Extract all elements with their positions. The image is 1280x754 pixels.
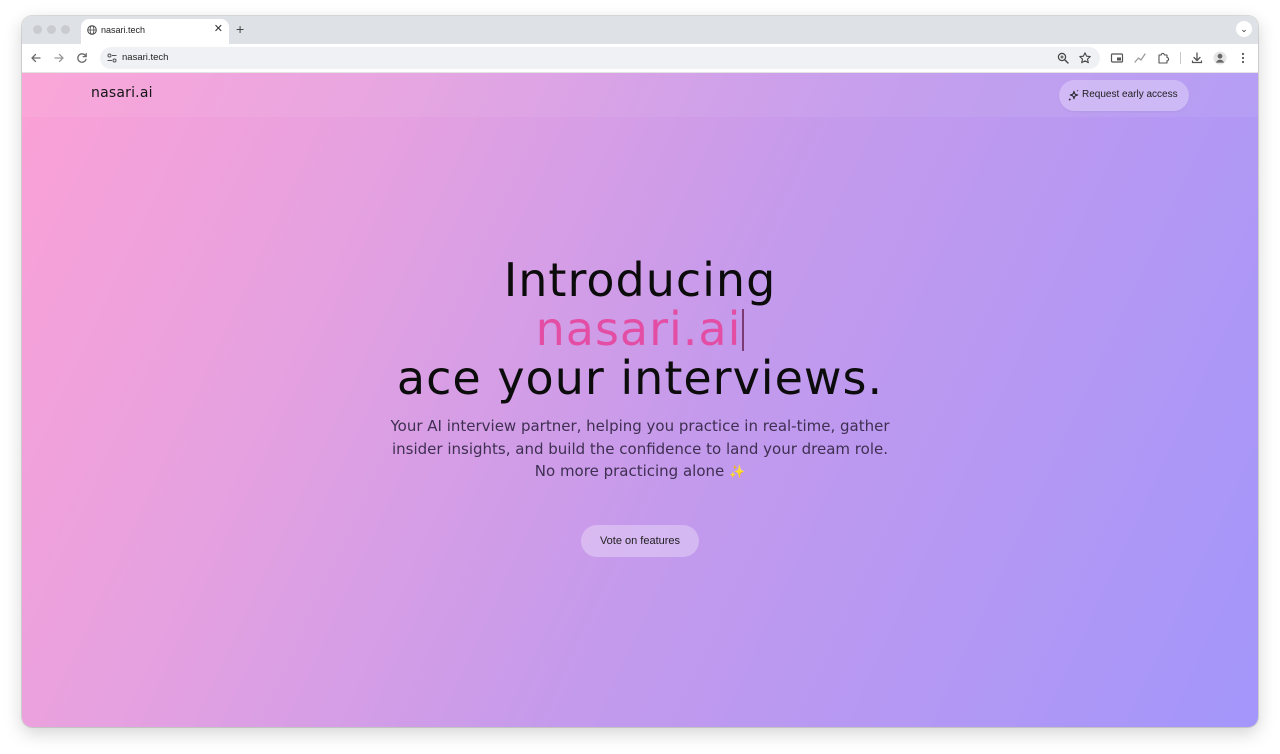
site-header: nasari.ai Request early access xyxy=(22,73,1258,117)
bookmark-star-icon[interactable] xyxy=(1078,51,1092,65)
site-info-icon[interactable] xyxy=(106,52,118,64)
hero-line-brand: nasari.ai xyxy=(22,305,1258,354)
hero-heading: Introducing nasari.ai ace your interview… xyxy=(22,256,1258,403)
subtitle-line-3: No more practicing alone ✨ xyxy=(340,460,940,485)
subtitle-line-3-text: No more practicing alone xyxy=(534,462,725,480)
sparkles-emoji-icon: ✨ xyxy=(729,465,746,480)
tab-search-chevron-icon[interactable]: ⌄ xyxy=(1236,21,1252,37)
typing-caret xyxy=(742,309,745,351)
address-bar[interactable]: nasari.tech xyxy=(100,47,1100,69)
new-tab-button[interactable]: + xyxy=(236,21,244,37)
vote-on-features-label: Vote on features xyxy=(599,535,681,547)
browser-toolbar: nasari.tech xyxy=(22,44,1258,73)
toolbar-divider xyxy=(1180,52,1181,64)
site-logo[interactable]: nasari.ai xyxy=(91,85,153,101)
tab-strip: nasari.tech ✕ + ⌄ xyxy=(22,16,1258,44)
hero-line-introducing: Introducing xyxy=(503,253,777,307)
sparkle-icon xyxy=(1068,89,1079,102)
picture-in-picture-icon[interactable] xyxy=(1109,50,1125,66)
globe-icon xyxy=(87,25,97,35)
window-zoom-dot[interactable] xyxy=(61,25,70,34)
download-icon[interactable] xyxy=(1189,50,1205,66)
more-menu-icon[interactable] xyxy=(1235,50,1251,66)
hero-line-tagline: ace your interviews. xyxy=(396,351,884,405)
request-early-access-label: Request early access xyxy=(1082,89,1178,100)
extensions-puzzle-icon[interactable] xyxy=(1155,50,1171,66)
tab-title: nasari.tech xyxy=(101,25,146,35)
subtitle-line-1: Your AI interview partner, helping you p… xyxy=(390,417,890,435)
zoom-icon[interactable] xyxy=(1056,51,1070,65)
request-early-access-button[interactable]: Request early access xyxy=(1059,80,1189,111)
forward-icon[interactable] xyxy=(51,50,67,66)
vote-on-features-button[interactable]: Vote on features xyxy=(581,525,699,557)
reload-icon[interactable] xyxy=(74,50,90,66)
hero-brand-text: nasari.ai xyxy=(535,302,742,356)
browser-tab[interactable]: nasari.tech ✕ xyxy=(81,19,229,44)
subtitle-line-2: insider insights, and build the confiden… xyxy=(392,439,888,458)
extension-pulse-icon[interactable] xyxy=(1132,50,1148,66)
tab-close-icon[interactable]: ✕ xyxy=(214,23,223,35)
window-minimize-dot[interactable] xyxy=(47,25,56,34)
profile-avatar-icon[interactable] xyxy=(1212,50,1228,66)
url-text[interactable]: nasari.tech xyxy=(122,52,168,63)
browser-window: nasari.tech ✕ + ⌄ nasari.tech nasari.ai … xyxy=(22,16,1258,727)
hero-subtitle: Your AI interview partner, helping you p… xyxy=(340,415,940,485)
window-close-dot[interactable] xyxy=(33,25,42,34)
web-page: nasari.ai Request early access Introduci… xyxy=(22,73,1258,727)
back-icon[interactable] xyxy=(28,50,44,66)
